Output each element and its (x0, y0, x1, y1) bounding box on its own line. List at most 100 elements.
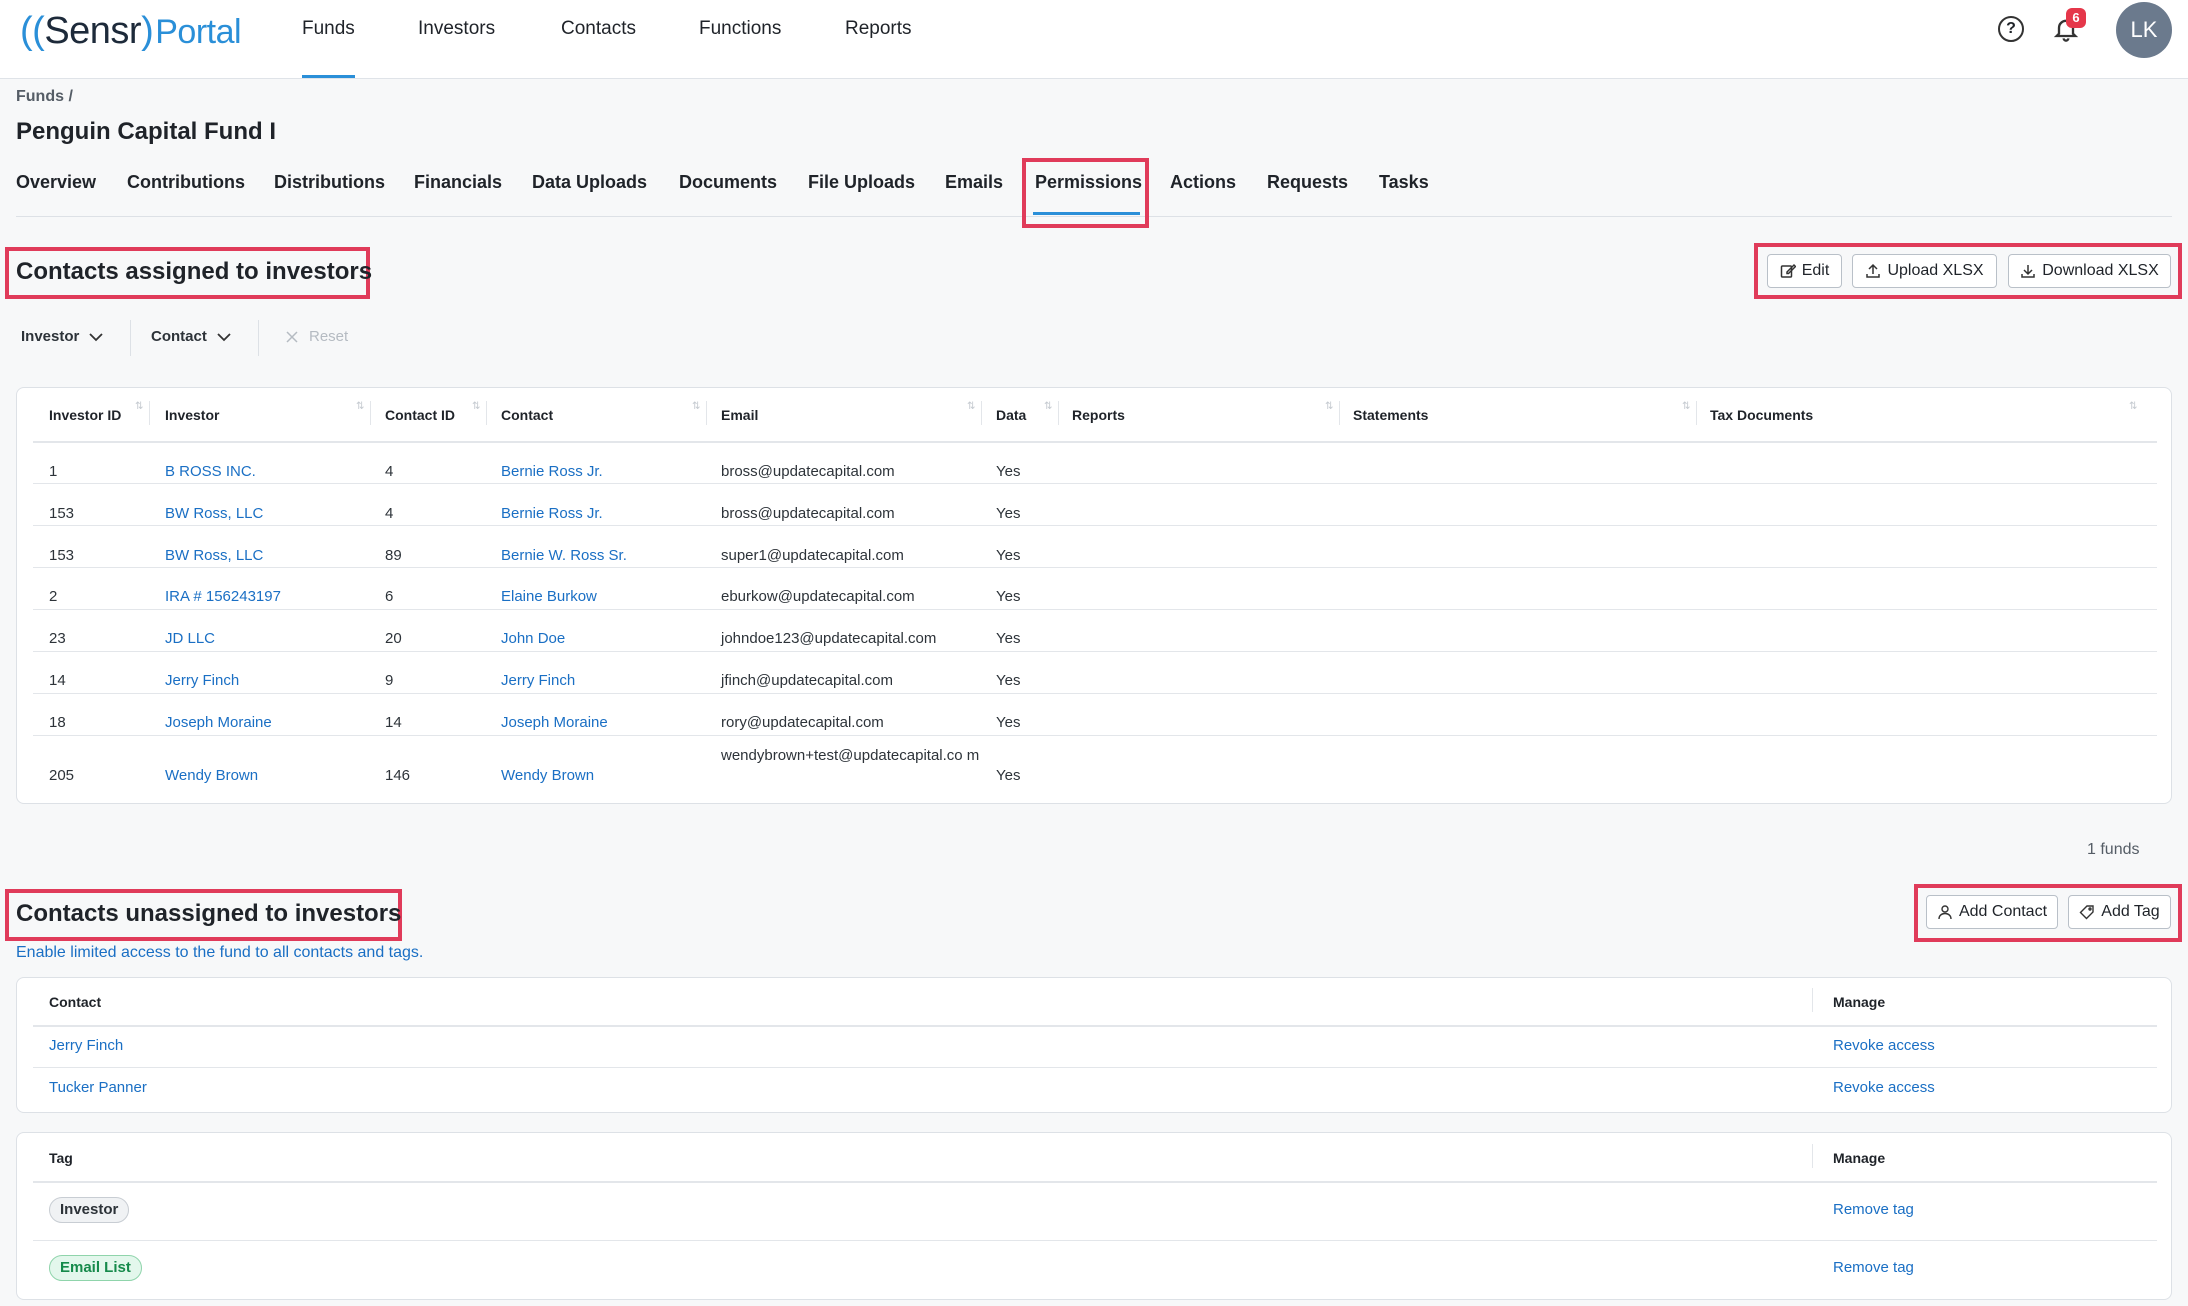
investor-link[interactable]: Jerry Finch (165, 672, 239, 689)
edit-icon (1780, 263, 1796, 278)
top-navigation-bar: ((Sensr)Portal Funds Investors Contacts … (0, 0, 2188, 79)
col-header-data[interactable]: Data (996, 407, 1026, 423)
tab-documents[interactable]: Documents (679, 172, 777, 193)
row-divider (33, 1067, 2157, 1068)
header-divider (33, 1025, 2157, 1027)
investor-link[interactable]: B ROSS INC. (165, 463, 256, 480)
contact-link[interactable]: Bernie W. Ross Sr. (501, 547, 627, 564)
col-header-contact[interactable]: Contact (501, 407, 553, 423)
investor-link[interactable]: BW Ross, LLC (165, 505, 263, 522)
add-tag-button[interactable]: Add Tag (2068, 895, 2171, 929)
tab-emails[interactable]: Emails (945, 172, 1003, 193)
remove-tag-link[interactable]: Remove tag (1833, 1259, 1914, 1276)
tab-financials[interactable]: Financials (414, 172, 502, 193)
sort-icon[interactable]: ⇅ (692, 402, 702, 422)
contact-link[interactable]: Elaine Burkow (501, 588, 597, 605)
contact-link[interactable]: Jerry Finch (501, 672, 575, 689)
column-divider (706, 401, 707, 425)
col-header-investor-id[interactable]: Investor ID (49, 407, 121, 423)
cell-email: super1@updatecapital.com (721, 547, 904, 564)
tab-distributions[interactable]: Distributions (274, 172, 385, 193)
unassigned-contacts-table: Contact Manage Jerry Finch Revoke access… (16, 977, 2172, 1113)
row-divider (33, 693, 2157, 694)
tab-tasks[interactable]: Tasks (1379, 172, 1429, 193)
help-icon[interactable]: ? (1998, 16, 2024, 42)
tab-contributions[interactable]: Contributions (127, 172, 245, 193)
user-avatar[interactable]: LK (2116, 2, 2172, 58)
logo-brand-text: Sensr (44, 10, 142, 52)
cell-investor-id: 153 (49, 505, 75, 522)
nav-contacts[interactable]: Contacts (561, 18, 636, 78)
col-header-tax-documents[interactable]: Tax Documents (1710, 407, 1813, 423)
upload-xlsx-button[interactable]: Upload XLSX (1852, 254, 1997, 288)
tab-actions[interactable]: Actions (1170, 172, 1236, 193)
cell-investor-id: 205 (49, 767, 75, 784)
column-divider (1339, 401, 1340, 425)
contact-link[interactable]: Wendy Brown (501, 767, 594, 784)
tag-pill-email-list: Email List (49, 1255, 142, 1281)
contact-filter-dropdown[interactable]: Contact (151, 328, 231, 345)
add-contact-label: Add Contact (1958, 903, 2048, 920)
sort-icon[interactable]: ⇅ (2129, 402, 2139, 422)
nav-investors[interactable]: Investors (418, 18, 495, 78)
column-divider (1058, 401, 1059, 425)
contact-link[interactable]: Joseph Moraine (501, 714, 608, 731)
remove-tag-link[interactable]: Remove tag (1833, 1201, 1914, 1218)
nav-functions[interactable]: Functions (699, 18, 781, 78)
col-header-contact-id[interactable]: Contact ID (385, 407, 455, 423)
edit-button[interactable]: Edit (1767, 254, 1842, 288)
sort-icon[interactable]: ⇅ (1325, 402, 1335, 422)
row-divider (33, 651, 2157, 652)
col-header-reports[interactable]: Reports (1072, 407, 1125, 423)
unassigned-contact-link[interactable]: Tucker Panner (49, 1079, 147, 1096)
contact-link[interactable]: Bernie Ross Jr. (501, 463, 603, 480)
investor-filter-dropdown[interactable]: Investor (21, 328, 103, 345)
sort-icon[interactable]: ⇅ (135, 402, 145, 422)
sort-icon[interactable]: ⇅ (967, 402, 977, 422)
contact-filter-label: Contact (151, 328, 207, 345)
col-header-investor[interactable]: Investor (165, 407, 219, 423)
tab-data-uploads[interactable]: Data Uploads (532, 172, 647, 193)
investor-link[interactable]: BW Ross, LLC (165, 547, 263, 564)
investor-link[interactable]: Joseph Moraine (165, 714, 272, 731)
cell-email: eburkow@updatecapital.com (721, 588, 915, 605)
breadcrumb[interactable]: Funds / (16, 88, 73, 106)
contact-link[interactable]: John Doe (501, 630, 565, 647)
cell-investor-id: 23 (49, 630, 66, 647)
revoke-access-link[interactable]: Revoke access (1833, 1079, 1935, 1096)
revoke-access-link[interactable]: Revoke access (1833, 1037, 1935, 1054)
add-contact-button[interactable]: Add Contact (1926, 895, 2058, 929)
unassigned-contact-link[interactable]: Jerry Finch (49, 1037, 123, 1054)
chevron-down-icon (89, 332, 103, 341)
row-divider (33, 735, 2157, 736)
investor-link[interactable]: Wendy Brown (165, 767, 258, 784)
col-header-email[interactable]: Email (721, 407, 758, 423)
tab-requests[interactable]: Requests (1267, 172, 1348, 193)
download-xlsx-button[interactable]: Download XLSX (2008, 254, 2171, 288)
sort-icon[interactable]: ⇅ (356, 402, 366, 422)
cell-data: Yes (996, 463, 1021, 480)
cell-email: bross@updatecapital.com (721, 463, 895, 480)
unassigned-subtitle: Enable limited access to the fund to all… (16, 944, 424, 961)
tab-file-uploads[interactable]: File Uploads (808, 172, 915, 193)
contact-link[interactable]: Bernie Ross Jr. (501, 505, 603, 522)
nav-reports[interactable]: Reports (845, 18, 912, 78)
tab-overview[interactable]: Overview (16, 172, 96, 193)
cell-data: Yes (996, 547, 1021, 564)
assigned-contacts-table: Investor ID ⇅ Investor ⇅ Contact ID ⇅ Co… (16, 387, 2172, 804)
nav-funds[interactable]: Funds (302, 18, 355, 78)
row-divider (33, 525, 2157, 526)
unassigned-tags-table: Tag Manage Investor Remove tag Email Lis… (16, 1132, 2172, 1300)
investor-link[interactable]: JD LLC (165, 630, 215, 647)
logo-product-text: Portal (155, 13, 242, 51)
investor-link[interactable]: IRA # 156243197 (165, 588, 281, 605)
sort-icon[interactable]: ⇅ (1682, 402, 1692, 422)
col-header-statements[interactable]: Statements (1353, 407, 1428, 423)
sort-icon[interactable]: ⇅ (472, 402, 482, 422)
reset-filters-button[interactable]: Reset (285, 328, 348, 345)
sort-icon[interactable]: ⇅ (1044, 402, 1054, 422)
sensr-portal-logo[interactable]: ((Sensr)Portal (20, 10, 242, 53)
column-divider (1812, 1144, 1813, 1168)
column-divider (1696, 401, 1697, 425)
tag-icon (2079, 905, 2094, 920)
